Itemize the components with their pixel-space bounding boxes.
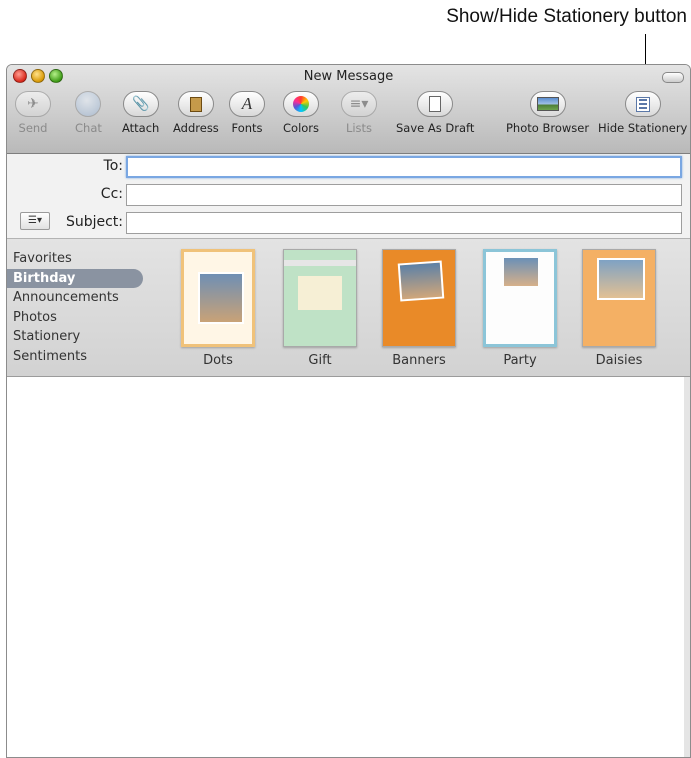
gift-thumbnail <box>283 249 357 347</box>
save-as-draft-label: Save As Draft <box>396 121 475 135</box>
list-menu-icon: ≡▾ <box>341 91 377 117</box>
lists-button[interactable]: ≡▾ Lists <box>341 91 377 135</box>
draft-document-icon <box>417 91 454 117</box>
to-label: To: <box>103 158 123 174</box>
cc-label: Cc: <box>100 186 123 202</box>
category-announcements[interactable]: Announcements <box>7 288 152 308</box>
address-button[interactable]: Address <box>173 91 219 135</box>
attach-label: Attach <box>122 121 160 135</box>
stationery-category-list: Favorites Birthday Announcements Photos … <box>7 249 152 366</box>
header-options-button[interactable]: ☰▾ <box>20 212 50 230</box>
font-letter-icon: A <box>229 91 265 117</box>
cc-field[interactable] <box>126 184 682 206</box>
template-daisies[interactable]: Daisies <box>582 249 656 368</box>
chat-button[interactable]: Chat <box>75 91 102 135</box>
dots-thumbnail <box>181 249 255 347</box>
color-wheel-icon <box>283 91 320 117</box>
to-field[interactable] <box>126 156 682 178</box>
party-thumbnail <box>483 249 557 347</box>
daisies-label: Daisies <box>595 353 643 368</box>
photo-landscape-icon <box>529 91 566 117</box>
paperclip-icon: 📎 <box>122 91 159 117</box>
message-body-editor[interactable] <box>7 377 690 757</box>
template-banners[interactable]: Banners <box>382 249 456 368</box>
mail-compose-window: New Message ✈ Send Chat 📎 Attach Address… <box>6 64 691 758</box>
banners-thumbnail <box>382 249 456 347</box>
attach-button[interactable]: 📎 Attach <box>122 91 159 135</box>
send-label: Send <box>18 121 48 135</box>
save-as-draft-button[interactable]: Save As Draft <box>396 91 474 135</box>
banners-label: Banners <box>392 353 446 368</box>
category-favorites[interactable]: Favorites <box>7 249 152 269</box>
chat-label: Chat <box>75 121 102 135</box>
category-sentiments[interactable]: Sentiments <box>7 347 152 367</box>
fonts-label: Fonts <box>231 121 263 135</box>
party-label: Party <box>503 353 537 368</box>
stationery-pane: Favorites Birthday Announcements Photos … <box>7 239 690 377</box>
colors-button[interactable]: Colors <box>283 91 319 135</box>
body-scrollbar[interactable] <box>684 377 690 757</box>
category-stationery[interactable]: Stationery <box>7 327 152 347</box>
paper-plane-icon: ✈ <box>15 91 51 117</box>
subject-field[interactable] <box>126 212 682 234</box>
fonts-button[interactable]: A Fonts <box>229 91 265 135</box>
hide-stationery-label: Hide Stationery <box>598 121 688 135</box>
dots-label: Dots <box>203 353 233 368</box>
category-birthday[interactable]: Birthday <box>7 268 143 288</box>
stationery-icon <box>624 91 661 117</box>
category-photos[interactable]: Photos <box>7 308 152 328</box>
window-title: New Message <box>303 69 394 84</box>
callout-label: Show/Hide Stationery button <box>446 6 687 27</box>
template-dots[interactable]: Dots <box>181 249 255 368</box>
gift-label: Gift <box>308 353 332 368</box>
address-label: Address <box>173 121 219 135</box>
template-gift[interactable]: Gift <box>283 249 357 368</box>
message-header-fields: To: Cc: ☰▾ Subject: <box>7 154 690 239</box>
title-toolbar: New Message ✈ Send Chat 📎 Attach Address… <box>7 65 690 154</box>
photo-browser-button[interactable]: Photo Browser <box>506 91 589 135</box>
subject-label: Subject: <box>65 214 123 230</box>
lists-label: Lists <box>345 121 373 135</box>
colors-label: Colors <box>283 121 320 135</box>
photo-browser-label: Photo Browser <box>506 121 590 135</box>
template-party[interactable]: Party <box>483 249 557 368</box>
daisies-thumbnail <box>582 249 656 347</box>
address-book-icon <box>177 91 214 117</box>
toolbar-toggle-button[interactable] <box>662 72 684 83</box>
hide-stationery-button[interactable]: Hide Stationery <box>598 91 687 135</box>
chat-bubble-icon <box>75 91 102 117</box>
send-button[interactable]: ✈ Send <box>15 91 51 135</box>
